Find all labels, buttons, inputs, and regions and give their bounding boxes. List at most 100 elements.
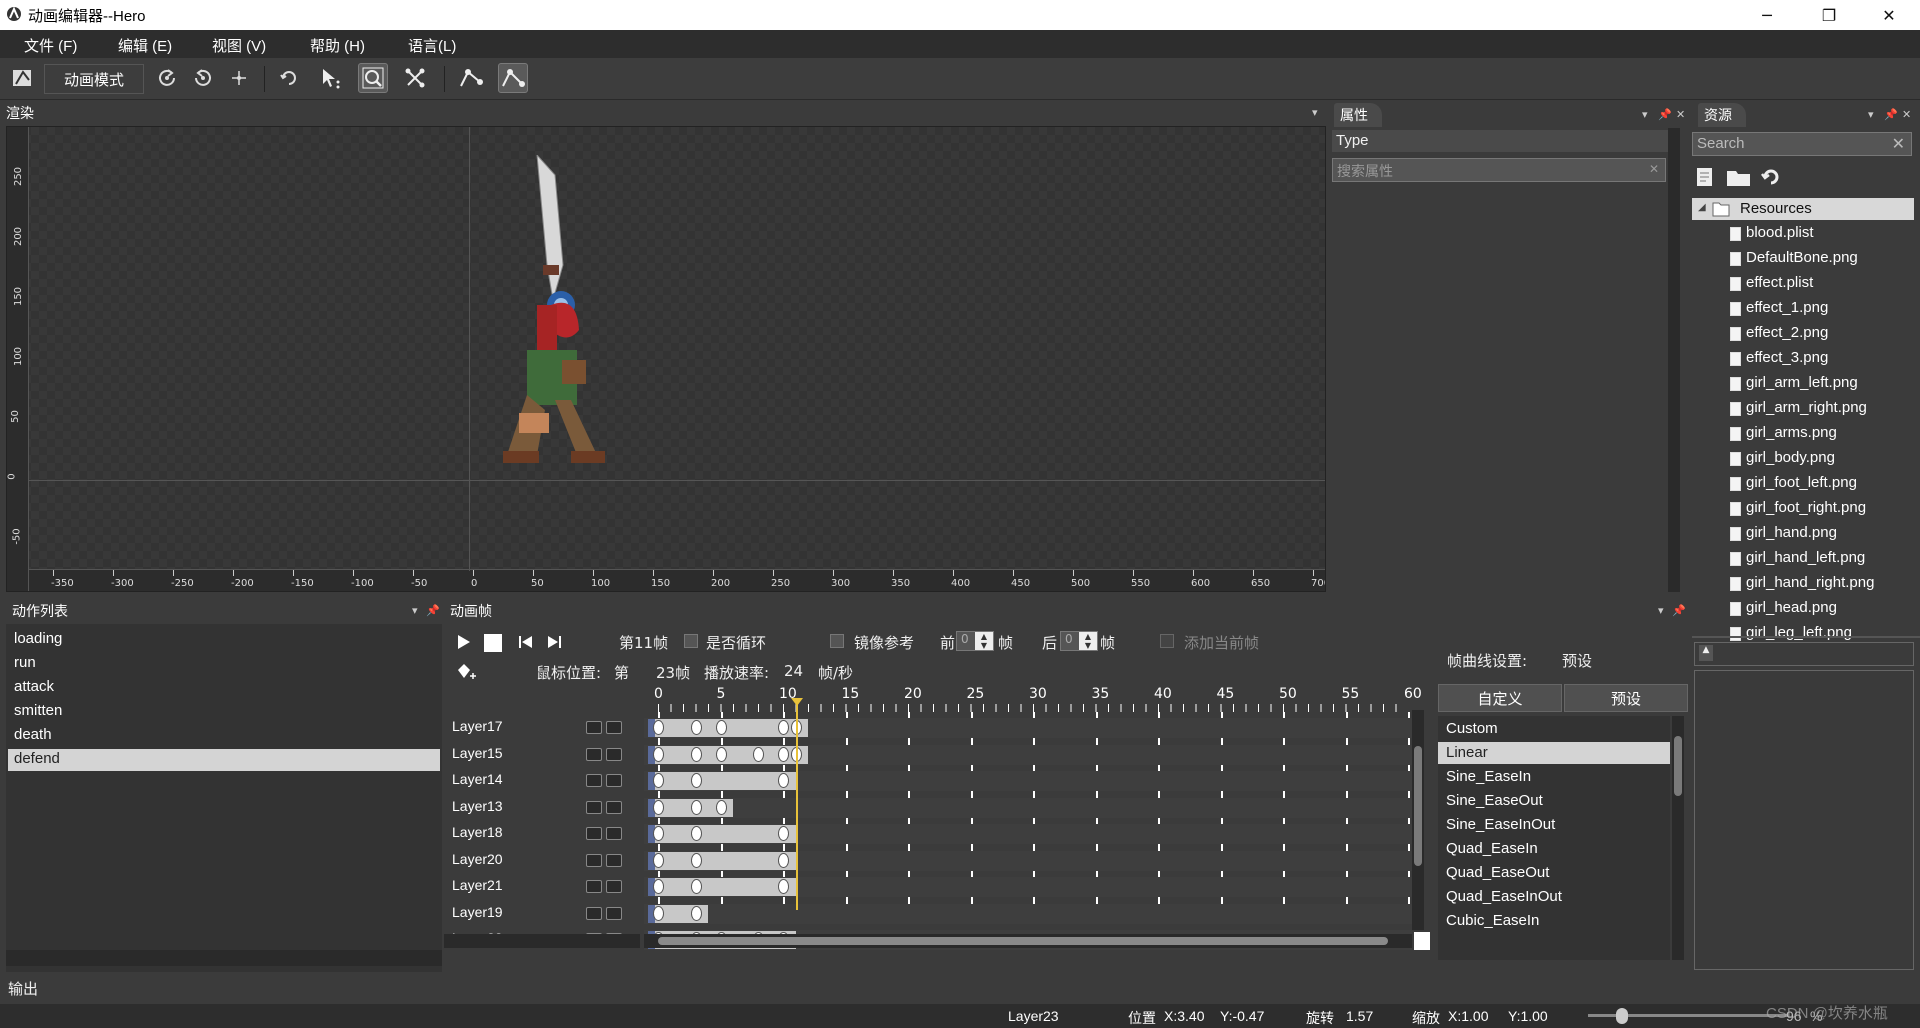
layer-track[interactable] — [644, 797, 1412, 818]
play-icon[interactable] — [456, 634, 472, 650]
curve-item[interactable]: Quad_EaseInOut — [1446, 888, 1562, 905]
clear-icon[interactable]: ✕ — [1892, 134, 1905, 153]
curve-item[interactable]: Quad_EaseIn — [1446, 840, 1538, 857]
panel-menu-icon[interactable]: ▾ — [1642, 108, 1648, 121]
eye-icon[interactable] — [586, 906, 602, 920]
keyframe-marker[interactable] — [778, 746, 789, 762]
lock-icon[interactable] — [606, 747, 622, 761]
action-item[interactable]: run — [14, 654, 36, 671]
layer-frame-span[interactable] — [648, 772, 796, 790]
layer-name[interactable]: Layer17 — [452, 718, 503, 734]
curve-item[interactable]: Sine_EaseIn — [1446, 768, 1531, 785]
custom-curve-button[interactable]: 自定义 — [1438, 684, 1562, 712]
output-tab[interactable]: 输出 — [8, 978, 38, 999]
layer-frame-span[interactable] — [648, 825, 796, 843]
resource-file-item[interactable]: girl_head.png — [1746, 599, 1837, 616]
eye-icon[interactable] — [586, 721, 602, 734]
eye-icon[interactable] — [586, 880, 602, 893]
close-icon[interactable]: ✕ — [1676, 108, 1685, 121]
keyframe-marker[interactable] — [653, 905, 664, 921]
first-frame-icon[interactable] — [518, 634, 534, 650]
mirror-checkbox[interactable] — [830, 634, 844, 648]
pin-icon[interactable]: 📌 — [1672, 604, 1686, 617]
layer-frame-span[interactable] — [648, 878, 796, 896]
mode-icon[interactable] — [8, 63, 38, 93]
keyframe-marker[interactable] — [690, 905, 702, 921]
lock-icon[interactable] — [606, 880, 622, 893]
zoom-slider-thumb[interactable] — [1616, 1008, 1628, 1024]
resource-file-item[interactable]: effect_1.png — [1746, 299, 1828, 316]
select-arrow-icon[interactable] — [316, 63, 346, 93]
resource-file-item[interactable]: effect_2.png — [1746, 324, 1828, 341]
timeline-vscrollbar[interactable] — [1412, 710, 1424, 930]
prev-frames-spinner[interactable]: 0 ▲ ▼ — [956, 631, 994, 651]
eye-icon[interactable] — [586, 774, 602, 787]
lock-icon[interactable] — [606, 800, 622, 814]
layer-name[interactable]: Layer19 — [452, 904, 503, 920]
keyframe-marker[interactable] — [690, 826, 702, 841]
keyframe-marker[interactable] — [653, 773, 664, 788]
bone-tool-icon[interactable] — [400, 63, 430, 93]
layer-name[interactable]: Layer14 — [452, 771, 503, 787]
keyframe-marker[interactable] — [690, 799, 702, 815]
keyframe-marker[interactable] — [690, 852, 702, 868]
keyframe-marker[interactable] — [653, 720, 664, 735]
new-file-icon[interactable] — [1694, 166, 1716, 188]
timeline[interactable]: 0 5 10 15 20 25 30 35 40 45 50 55 60 Layer17 Layer15 La… — [444, 686, 1430, 972]
panel-menu-icon[interactable]: ▾ — [1312, 106, 1318, 119]
stop-icon[interactable] — [484, 634, 502, 652]
zoom-icon[interactable] — [358, 63, 388, 93]
keyframe-marker[interactable] — [778, 720, 789, 735]
action-item[interactable]: defend — [14, 750, 60, 767]
preset-curve-button[interactable]: 预设 — [1564, 684, 1688, 712]
keyframe-marker[interactable] — [778, 852, 789, 868]
scroll-thumb[interactable] — [658, 937, 1388, 945]
curve-item[interactable]: Sine_EaseInOut — [1446, 816, 1555, 833]
resource-file-item[interactable]: girl_arm_right.png — [1746, 399, 1867, 416]
keyframe-marker[interactable] — [778, 826, 789, 841]
keyframe-marker[interactable] — [653, 852, 664, 868]
keyframe-marker[interactable] — [715, 720, 727, 735]
ik-tool-icon[interactable] — [456, 63, 486, 93]
keyframe-marker[interactable] — [778, 879, 789, 894]
curve-scrollbar[interactable] — [1672, 716, 1684, 960]
menu-help[interactable]: 帮助 (H) — [310, 35, 365, 56]
layer-track[interactable] — [644, 903, 1412, 924]
move-center-icon[interactable] — [224, 63, 254, 93]
eye-icon[interactable] — [586, 747, 602, 761]
loop-checkbox[interactable] — [684, 634, 698, 648]
rotate-left-icon[interactable] — [152, 63, 182, 93]
animation-mode-button[interactable]: 动画模式 — [44, 64, 144, 94]
pin-icon[interactable]: 📌 — [1884, 108, 1898, 121]
curve-item[interactable]: Cubic_EaseIn — [1446, 912, 1539, 929]
menu-edit[interactable]: 编辑 (E) — [118, 35, 172, 56]
layer-name[interactable]: Layer15 — [452, 745, 503, 761]
curve-item[interactable]: Sine_EaseOut — [1446, 792, 1543, 809]
lock-icon[interactable] — [606, 906, 622, 920]
hero-character-sprite[interactable] — [467, 155, 627, 485]
resource-file-item[interactable]: girl_arm_left.png — [1746, 374, 1858, 391]
menu-view[interactable]: 视图 (V) — [212, 35, 266, 56]
panel-menu-icon[interactable]: ▾ — [412, 604, 418, 617]
keyframe-marker[interactable] — [753, 746, 764, 762]
keyframe-marker[interactable] — [690, 773, 702, 788]
layer-name[interactable]: Layer13 — [452, 798, 503, 814]
open-folder-icon[interactable] — [1726, 166, 1752, 188]
keyframe-marker[interactable] — [653, 879, 664, 894]
refresh-icon[interactable] — [1760, 166, 1782, 188]
layers-hscrollbar[interactable] — [444, 934, 640, 948]
playhead[interactable] — [795, 700, 798, 910]
resources-search-input[interactable]: Search ✕ — [1692, 132, 1912, 156]
tree-expand-icon[interactable]: ◢ — [1698, 202, 1706, 213]
spinner-arrows-icon[interactable]: ▲ ▼ — [975, 632, 993, 650]
layer-name[interactable]: Layer20 — [452, 851, 503, 867]
keyframe-marker[interactable] — [690, 879, 702, 894]
menu-language[interactable]: 语言(L) — [408, 35, 456, 56]
playhead-handle[interactable] — [790, 698, 803, 706]
keyframe-marker[interactable] — [653, 826, 664, 841]
lock-icon[interactable] — [606, 853, 622, 867]
action-item[interactable]: death — [14, 726, 52, 743]
action-item[interactable]: smitten — [14, 702, 62, 719]
pin-icon[interactable]: 📌 — [1658, 108, 1672, 121]
pin-icon[interactable]: 📌 — [426, 604, 440, 617]
